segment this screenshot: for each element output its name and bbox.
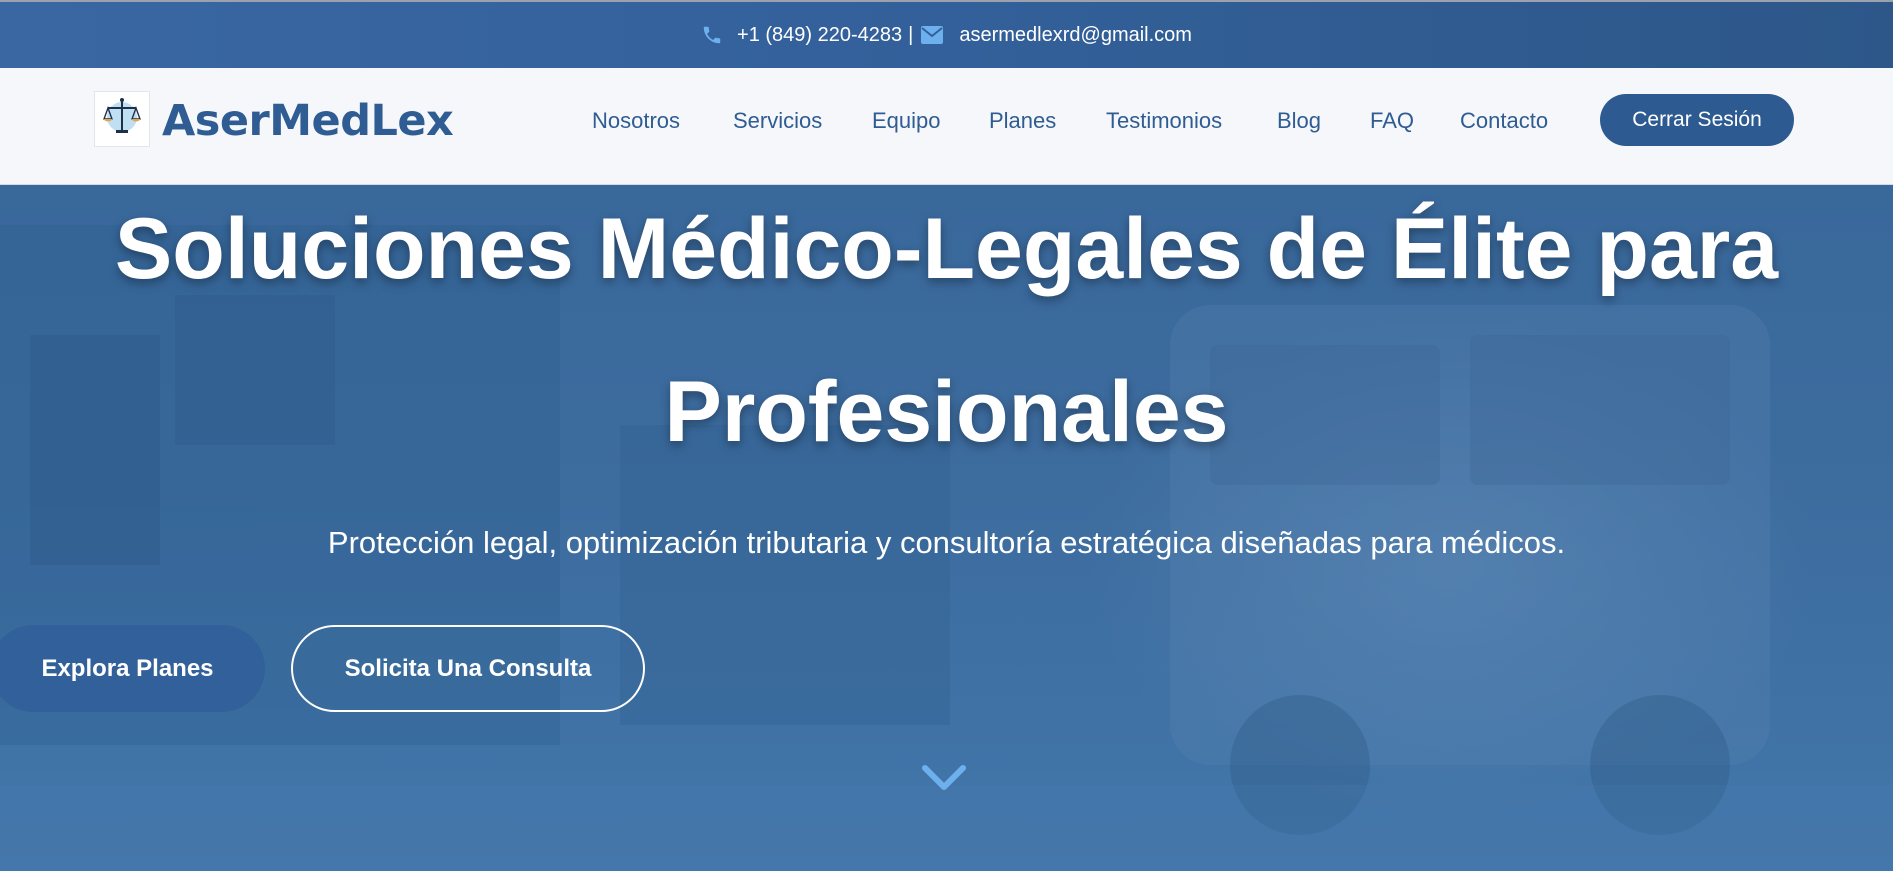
hero-title-line1: Soluciones Médico-Legales de Élite para	[114, 201, 1779, 297]
top-contact-bar: +1 (849) 220-4283 | asermedlexrd@gmail.c…	[0, 0, 1893, 68]
nav-link-testimonios[interactable]: Testimonios	[1106, 108, 1222, 134]
request-consultation-button[interactable]: Solicita Una Consulta	[291, 625, 645, 712]
nav-link-servicios[interactable]: Servicios	[733, 108, 822, 134]
email-address: asermedlexrd@gmail.com	[959, 23, 1192, 46]
nav-link-equipo[interactable]: Equipo	[872, 108, 941, 134]
scales-of-justice-logo	[103, 98, 141, 133]
nav-link-nosotros[interactable]: Nosotros	[592, 108, 680, 134]
nav-link-faq[interactable]: FAQ	[1370, 108, 1414, 134]
phone-number: +1 (849) 220-4283	[737, 23, 903, 46]
envelope-icon	[921, 26, 944, 44]
hero-title-line2: Profesionales	[664, 364, 1229, 460]
hero-subtitle: Protección legal, optimización tributari…	[327, 525, 1566, 560]
nav-link-contacto[interactable]: Contacto	[1460, 108, 1548, 134]
contact-phone[interactable]: +1 (849) 220-4283 |	[701, 24, 917, 47]
brand-name[interactable]: AserMedLex	[162, 96, 454, 146]
hero-section: Soluciones Médico-Legales de Élite para …	[0, 185, 1893, 871]
phone-icon	[701, 24, 723, 46]
contact-email[interactable]: asermedlexrd@gmail.com	[917, 24, 1192, 47]
logo[interactable]	[94, 91, 150, 147]
main-navbar: AserMedLex Nosotros Servicios Equipo Pla…	[0, 68, 1893, 185]
nav-link-planes[interactable]: Planes	[989, 108, 1056, 134]
logout-button[interactable]: Cerrar Sesión	[1600, 94, 1794, 146]
chevron-down-icon[interactable]	[921, 763, 967, 798]
contact-separator: |	[908, 23, 914, 46]
explore-plans-button[interactable]: Explora Planes	[0, 625, 265, 712]
nav-link-blog[interactable]: Blog	[1277, 108, 1321, 134]
